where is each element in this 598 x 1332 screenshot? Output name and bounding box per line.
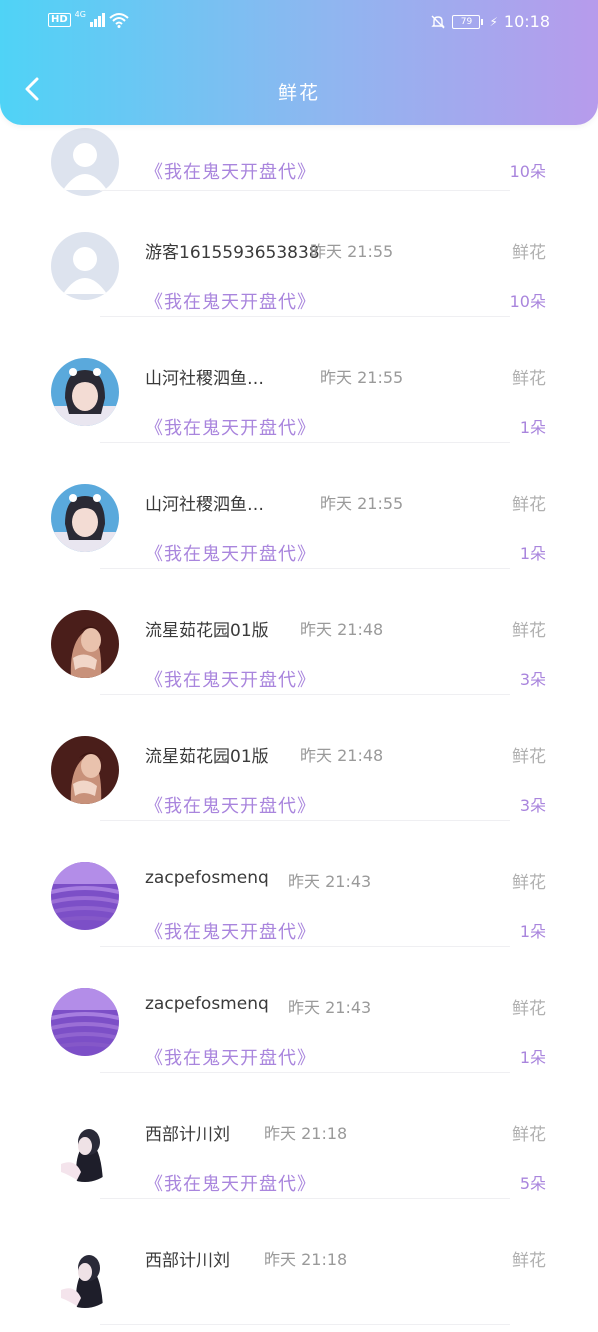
book-title[interactable]: 《我在鬼天开盘代》 — [145, 792, 316, 818]
row-divider — [100, 1324, 510, 1325]
battery-icon: 79 — [452, 14, 484, 29]
user-name: 游客1615593653838 — [145, 243, 320, 263]
flower-record-row[interactable]: zacpefosmenq 昨天 21:43 《我在鬼天开盘代》 鲜花 1朵 — [0, 954, 598, 1080]
gift-type: 鲜花 — [512, 495, 546, 515]
user-name: 山河社稷泗鱼… — [145, 495, 264, 515]
flower-record-row[interactable]: 西部计川刘 昨天 21:18 《我在鬼天开盘代》 鲜花 5朵 — [0, 1080, 598, 1206]
send-time: 昨天 21:48 — [300, 746, 384, 765]
row-divider — [100, 568, 510, 569]
row-divider — [100, 1198, 510, 1199]
gift-type: 鲜花 — [512, 873, 546, 893]
flower-count: 1朵 — [519, 922, 546, 941]
send-time: 昨天 21:55 — [320, 368, 404, 387]
flower-count: 1朵 — [519, 1048, 546, 1067]
book-title[interactable]: 《我在鬼天开盘代》 — [145, 158, 316, 184]
flower-count: 5朵 — [519, 1174, 546, 1193]
flower-record-row[interactable]: 游客1615593653838 昨天 21:55 《我在鬼天开盘代》 鲜花 10朵 — [0, 198, 598, 324]
avatar[interactable] — [51, 1114, 119, 1182]
user-name: 流星茹花园01版 — [145, 621, 269, 641]
avatar[interactable] — [51, 358, 119, 426]
flower-record-row[interactable]: 流星茹花园01版 昨天 21:48 《我在鬼天开盘代》 鲜花 3朵 — [0, 702, 598, 828]
battery-level: 79 — [452, 14, 481, 29]
hd-badge: HD — [48, 13, 71, 27]
flower-count: 3朵 — [519, 670, 546, 689]
gift-type: 鲜花 — [512, 621, 546, 641]
flower-count: 1朵 — [519, 418, 546, 437]
avatar[interactable] — [51, 862, 119, 930]
avatar[interactable] — [51, 484, 119, 552]
user-name: 西部计川刘 — [145, 1125, 230, 1145]
avatar[interactable] — [51, 1240, 119, 1308]
avatar[interactable] — [51, 988, 119, 1056]
user-name: 山河社稷泗鱼… — [145, 369, 264, 389]
book-title[interactable]: 《我在鬼天开盘代》 — [145, 540, 316, 566]
gift-type: 鲜花 — [512, 243, 546, 263]
network-type: 4G — [74, 9, 86, 19]
flower-count: 10朵 — [509, 162, 546, 181]
send-time: 昨天 21:55 — [310, 242, 394, 261]
avatar[interactable] — [51, 610, 119, 678]
avatar[interactable] — [51, 736, 119, 804]
gift-type: 鲜花 — [512, 1251, 546, 1271]
row-divider — [100, 694, 510, 695]
row-divider — [100, 946, 510, 947]
book-title[interactable]: 《我在鬼天开盘代》 — [145, 288, 316, 314]
gift-type: 鲜花 — [512, 1125, 546, 1145]
book-title[interactable]: 《我在鬼天开盘代》 — [145, 918, 316, 944]
user-name: zacpefosmenq — [145, 994, 269, 1014]
send-time: 昨天 21:55 — [320, 494, 404, 513]
flower-record-row[interactable]: 流星茹花园01版 昨天 21:48 《我在鬼天开盘代》 鲜花 3朵 — [0, 576, 598, 702]
row-divider — [100, 442, 510, 443]
avatar[interactable] — [51, 232, 119, 300]
book-title[interactable]: 《我在鬼天开盘代》 — [145, 1170, 316, 1196]
bell-off-icon — [431, 15, 446, 28]
flower-count: 10朵 — [509, 292, 546, 311]
row-divider — [100, 190, 510, 191]
page-title: 鲜花 — [277, 82, 320, 104]
flower-record-row[interactable]: 山河社稷泗鱼… 昨天 21:55 《我在鬼天开盘代》 鲜花 1朵 — [0, 450, 598, 576]
send-time: 昨天 21:43 — [288, 872, 372, 891]
send-time: 昨天 21:18 — [264, 1124, 348, 1143]
flower-record-row[interactable]: 西部计川刘 昨天 21:18 鲜花 — [0, 1206, 598, 1332]
avatar[interactable] — [51, 128, 119, 196]
send-time: 昨天 21:43 — [288, 998, 372, 1017]
book-title[interactable]: 《我在鬼天开盘代》 — [145, 1044, 316, 1070]
gift-type: 鲜花 — [512, 999, 546, 1019]
app-header: HD 4G 79 ⚡ 10:18 鲜花 — [0, 0, 598, 125]
flower-count: 3朵 — [519, 796, 546, 815]
charging-icon: ⚡ — [489, 14, 498, 29]
row-divider — [100, 316, 510, 317]
flower-record-row[interactable]: zacpefosmenq 昨天 21:43 《我在鬼天开盘代》 鲜花 1朵 — [0, 828, 598, 954]
book-title[interactable]: 《我在鬼天开盘代》 — [145, 666, 316, 692]
user-name: zacpefosmenq — [145, 868, 269, 888]
user-name: 西部计川刘 — [145, 1251, 230, 1271]
signal-icon — [89, 13, 105, 27]
row-divider — [100, 820, 510, 821]
status-bar: HD 4G 79 ⚡ 10:18 — [0, 10, 598, 36]
book-title[interactable]: 《我在鬼天开盘代》 — [145, 414, 316, 440]
user-name: 流星茹花园01版 — [145, 747, 269, 767]
row-divider — [100, 1072, 510, 1073]
gift-type: 鲜花 — [512, 369, 546, 389]
send-time: 昨天 21:18 — [264, 1250, 348, 1269]
wifi-icon — [109, 13, 129, 28]
flower-record-row[interactable]: 山河社稷泗鱼… 昨天 21:55 《我在鬼天开盘代》 鲜花 1朵 — [0, 324, 598, 450]
flower-count: 1朵 — [519, 544, 546, 563]
gift-type: 鲜花 — [512, 747, 546, 767]
clock: 10:18 — [503, 12, 550, 31]
send-time: 昨天 21:48 — [300, 620, 384, 639]
